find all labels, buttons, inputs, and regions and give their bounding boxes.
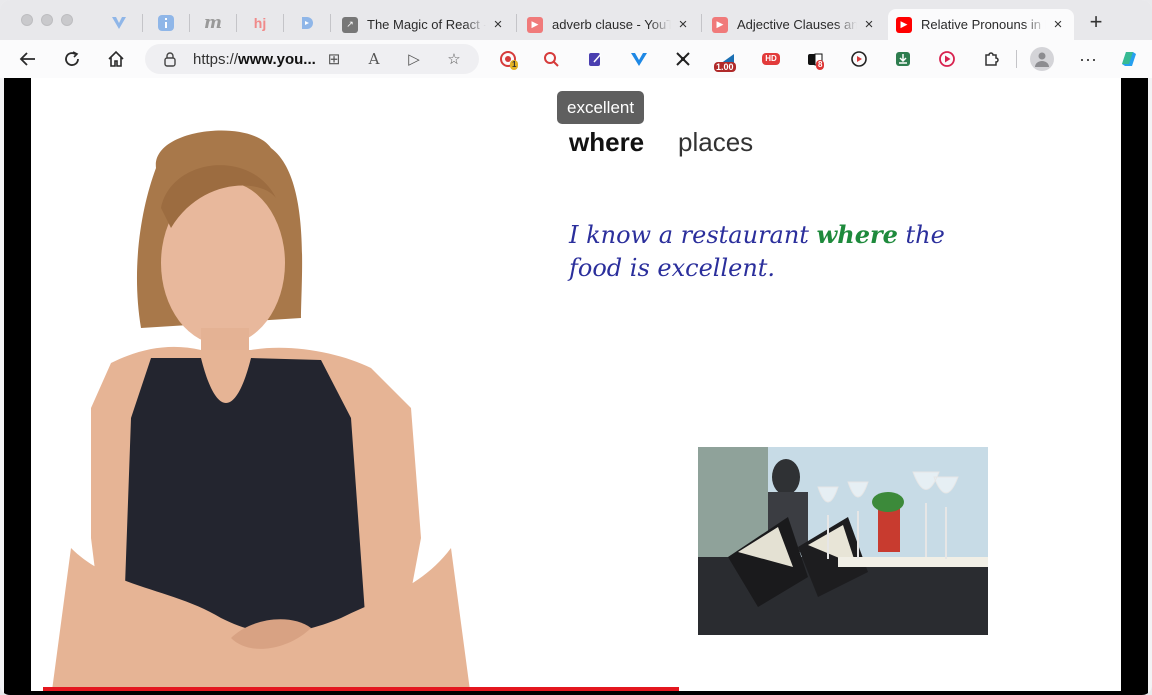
browser-window: m hj ↗ The Magic of React - × ▶ adverb c…	[0, 0, 1152, 695]
url-scheme: https://	[193, 51, 239, 68]
extension-recorder[interactable]: 1	[497, 48, 519, 70]
zoom-window-button[interactable]	[61, 14, 73, 26]
sentence-highlight: where	[816, 220, 898, 249]
close-window-button[interactable]	[21, 14, 33, 26]
vue-v-icon	[112, 17, 126, 29]
profile-button[interactable]	[1030, 47, 1054, 71]
back-button[interactable]	[17, 48, 39, 70]
video-play-icon	[851, 51, 867, 67]
tab-strip: m hj ↗ The Magic of React - × ▶ adverb c…	[0, 0, 1152, 40]
word-tooltip: excellent	[557, 91, 645, 124]
copilot-icon	[1122, 52, 1136, 66]
tab-separator	[283, 14, 284, 32]
presenter-image	[51, 130, 471, 691]
tab-title: Adjective Clauses and	[737, 17, 857, 32]
keyword-meaning: places	[678, 127, 754, 157]
external-link-icon: ↗	[342, 16, 358, 33]
more-menu-button[interactable]: ···	[1077, 48, 1099, 70]
new-tab-button[interactable]: +	[1085, 11, 1107, 34]
lock-icon	[164, 52, 176, 67]
pinned-tab-vue[interactable]	[106, 10, 132, 36]
sentence-start: I know a restaurant	[569, 221, 817, 249]
extension-search[interactable]	[540, 48, 562, 70]
ellipsis-icon: ···	[1079, 48, 1097, 69]
speed-badge: 1.00	[714, 62, 736, 72]
magnifier-icon	[544, 52, 559, 67]
toolbar-separator	[1016, 50, 1017, 68]
home-icon	[108, 50, 124, 67]
youtube-icon: ▶	[527, 16, 543, 33]
immersive-reader-icon[interactable]: ▷	[405, 50, 423, 68]
extension-player[interactable]	[936, 48, 958, 70]
extension-hd[interactable]: HD	[760, 48, 782, 70]
puzzle-icon	[985, 52, 999, 66]
video-player[interactable]: excellent where places I know a restaura…	[4, 78, 1148, 695]
tab-separator	[701, 14, 702, 32]
navigation-toolbar: https://www.you... ⊞ A ▷ ☆ 1 1.00 HD 8 ·…	[0, 40, 1152, 78]
extension-badge: 1	[510, 60, 519, 70]
pinned-tab-info[interactable]	[153, 10, 179, 36]
pinned-tab-m[interactable]: m	[200, 10, 226, 36]
tab-magic-of-react[interactable]: ↗ The Magic of React - ×	[334, 9, 514, 40]
d-logo-icon	[302, 17, 313, 29]
extension-dark-mode[interactable]: 8	[804, 48, 826, 70]
close-icon[interactable]: ×	[675, 16, 691, 33]
hd-icon: HD	[762, 53, 780, 65]
pinned-tab-d[interactable]	[294, 10, 320, 36]
minimize-window-button[interactable]	[41, 14, 53, 26]
extension-badge: 8	[816, 60, 825, 70]
tab-title: The Magic of React -	[367, 17, 486, 32]
avatar-icon	[1035, 52, 1049, 67]
tab-adverb-clause[interactable]: ▶ adverb clause - YouTu ×	[519, 9, 699, 40]
extension-video[interactable]	[848, 48, 870, 70]
address-bar[interactable]: https://www.you... ⊞ A ▷ ☆	[145, 44, 479, 74]
example-sentence: I know a restaurant where the food is ex…	[569, 218, 999, 285]
url-domain: www.you...	[238, 51, 316, 68]
hj-logo-icon: hj	[253, 15, 267, 31]
tab-separator	[330, 14, 331, 32]
extension-shuffle[interactable]	[672, 48, 694, 70]
vue-v-icon	[631, 53, 647, 66]
tab-separator	[516, 14, 517, 32]
tab-title: Relative Pronouns in E	[921, 17, 1046, 32]
home-button[interactable]	[105, 48, 127, 70]
youtube-icon: ▶	[712, 16, 728, 33]
extension-notes[interactable]	[584, 48, 606, 70]
tab-separator	[189, 14, 190, 32]
copilot-button[interactable]	[1118, 48, 1140, 70]
url-text: https://www.you...	[193, 51, 316, 68]
close-icon[interactable]: ×	[1050, 16, 1066, 33]
tab-separator	[236, 14, 237, 32]
tab-title: adverb clause - YouTu	[552, 17, 671, 32]
extensions-button[interactable]	[980, 48, 1002, 70]
extension-playback-speed[interactable]: 1.00	[714, 48, 738, 72]
pinned-tab-hj[interactable]: hj	[247, 10, 273, 36]
restaurant-photo	[698, 447, 988, 635]
video-frame[interactable]: excellent where places I know a restaura…	[31, 78, 1121, 691]
read-aloud-icon[interactable]: A	[365, 50, 383, 68]
tab-separator	[142, 14, 143, 32]
close-icon[interactable]: ×	[490, 16, 506, 33]
reload-button[interactable]	[61, 48, 83, 70]
app-available-icon[interactable]: ⊞	[325, 50, 343, 68]
download-icon	[896, 52, 910, 66]
shuffle-icon	[676, 52, 690, 66]
back-arrow-icon	[19, 52, 35, 66]
video-progress-bar[interactable]	[43, 687, 679, 691]
tab-relative-pronouns[interactable]: ▶ Relative Pronouns in E ×	[888, 9, 1074, 40]
extension-vue-devtools[interactable]	[628, 48, 650, 70]
play-circle-icon	[939, 51, 955, 67]
tab-adjective-clauses[interactable]: ▶ Adjective Clauses and ×	[704, 9, 885, 40]
youtube-icon: ▶	[896, 16, 912, 33]
reload-icon	[65, 51, 79, 66]
close-icon[interactable]: ×	[861, 16, 877, 33]
notes-icon	[589, 53, 602, 66]
keyword: where	[569, 127, 645, 157]
m-logo-icon: m	[204, 13, 222, 33]
favorite-star-icon[interactable]: ☆	[445, 50, 463, 68]
info-icon	[158, 15, 174, 31]
extension-downloader[interactable]	[892, 48, 914, 70]
